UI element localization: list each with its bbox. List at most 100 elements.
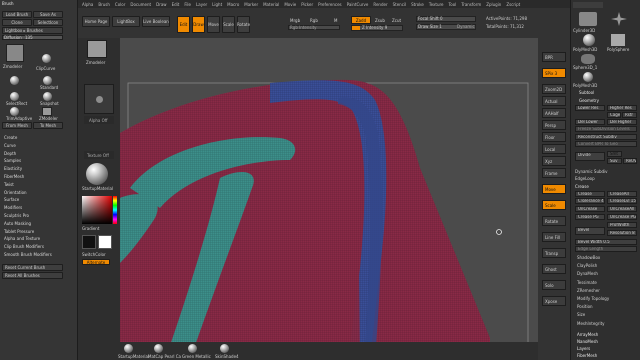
edit-button[interactable]: Edit bbox=[177, 16, 190, 33]
standard-brush-thumb[interactable] bbox=[10, 76, 19, 85]
reconstruct-subdiv-button[interactable]: Reconstruct Subdiv bbox=[575, 134, 637, 140]
shelf-button-persp[interactable]: Persp bbox=[542, 120, 566, 130]
live-boolean-button[interactable]: Live Boolean bbox=[142, 16, 170, 27]
texture-off-thumb[interactable]: Texture Off bbox=[84, 151, 114, 159]
focal-shift-slider[interactable]: Focal Shift 0 bbox=[416, 16, 476, 22]
zmodeler-brush-thumb-2[interactable] bbox=[42, 107, 52, 116]
smt-toggle[interactable]: Smt bbox=[607, 151, 622, 157]
edgeloop-section[interactable]: EdgeLoop bbox=[575, 176, 595, 181]
tool-section-arraymesh[interactable]: ArrayMesh bbox=[577, 332, 598, 337]
shelf-button-zoom2d[interactable]: Zoom2D bbox=[542, 84, 566, 94]
trimadaptive-brush-thumb[interactable] bbox=[10, 107, 19, 116]
shelf-button-line-fill[interactable]: Line Fill bbox=[542, 232, 566, 242]
brush-section-elasticity[interactable]: Elasticity bbox=[4, 166, 22, 171]
crease-section[interactable]: Crease bbox=[575, 184, 589, 189]
shelf-button-move[interactable]: Move bbox=[542, 184, 566, 194]
shelf-button-aahalf[interactable]: AAHalf bbox=[542, 108, 566, 118]
menu-transform[interactable]: Transform bbox=[461, 2, 481, 7]
brush-section-clip-brush-modifiers[interactable]: Clip Brush Modifiers bbox=[4, 244, 44, 249]
zsub-button[interactable]: Zsub bbox=[375, 18, 385, 23]
menu-material[interactable]: Material bbox=[263, 2, 279, 7]
suv-toggle[interactable]: Suv bbox=[607, 158, 622, 164]
zmodeler-cube-thumb[interactable] bbox=[87, 40, 107, 58]
canvas-viewport[interactable] bbox=[120, 38, 538, 360]
lower-res-button[interactable]: Lower Res bbox=[575, 105, 605, 111]
hue-strip[interactable] bbox=[113, 196, 117, 224]
brush-section-sculptris-pro[interactable]: Sculptris Pro bbox=[4, 213, 29, 218]
home-page-button[interactable]: Home Page bbox=[82, 16, 110, 27]
menu-document[interactable]: Document bbox=[130, 2, 151, 7]
reset-all-brushes-button[interactable]: Reset All Brushes bbox=[2, 272, 63, 279]
menu-alpha[interactable]: Alpha bbox=[82, 2, 93, 7]
menu-render[interactable]: Render bbox=[373, 2, 387, 7]
geometry-section[interactable]: Geometry bbox=[579, 98, 599, 103]
brush-section-twist[interactable]: Twist bbox=[4, 182, 14, 187]
menu-texture[interactable]: Texture bbox=[429, 2, 444, 7]
standard-brush-thumb-2[interactable] bbox=[43, 76, 52, 85]
to-mesh-button[interactable]: To Mesh bbox=[33, 122, 63, 129]
higher-res-button[interactable]: Higher Res bbox=[607, 105, 637, 111]
tool-section-shadowbox[interactable]: ShadowBox bbox=[577, 255, 600, 260]
tool-section-fibermesh[interactable]: FiberMesh bbox=[577, 353, 597, 358]
bevel-button[interactable]: Bevel bbox=[575, 227, 605, 235]
bevel-resolution-slider[interactable]: Resolution 8 bbox=[607, 230, 637, 236]
move-button[interactable]: Move bbox=[207, 16, 220, 33]
tool-section-meshintegrity[interactable]: MeshIntegrity bbox=[577, 321, 605, 326]
uncrease-all-button[interactable]: UnCreaseAll bbox=[607, 206, 637, 212]
ctolerance-slider[interactable]: CTolerance 45 bbox=[575, 198, 605, 204]
brush-section-surface[interactable]: Surface bbox=[4, 197, 19, 202]
shelf-button-floor[interactable]: Floor bbox=[542, 132, 566, 142]
green-metallic-ball[interactable] bbox=[188, 344, 197, 353]
rotate-button[interactable]: Rotate bbox=[237, 16, 250, 33]
uncrease-button[interactable]: UnCrease bbox=[575, 206, 605, 212]
cylinder3d-thumb[interactable] bbox=[579, 12, 597, 26]
sphere3d-thumb[interactable] bbox=[583, 72, 593, 82]
tool-section-layers[interactable]: Layers bbox=[577, 346, 590, 351]
rgb-toggle[interactable]: Rgb bbox=[310, 18, 318, 23]
polymesh3d-thumb[interactable] bbox=[583, 34, 595, 46]
tool-section-zremesher[interactable]: ZRemesher bbox=[577, 288, 600, 293]
clipcurve-brush-thumb[interactable] bbox=[42, 54, 51, 63]
menu-marker[interactable]: Marker bbox=[244, 2, 258, 7]
brush-section-samples[interactable]: Samples bbox=[4, 158, 21, 163]
bevel-width-slider[interactable]: Bevel Width 0.5 bbox=[575, 239, 637, 245]
menu-stroke[interactable]: Stroke bbox=[411, 2, 424, 7]
lightbox-brushes-button[interactable]: Lightbox ▸ Brushes bbox=[2, 27, 63, 34]
crease-button[interactable]: Crease bbox=[575, 191, 605, 197]
tool-section-claypolish[interactable]: ClayPolish bbox=[577, 263, 597, 268]
del-lower-button[interactable]: Del Lower bbox=[575, 119, 605, 125]
zadd-button[interactable]: Zadd bbox=[351, 16, 371, 24]
save-as-button[interactable]: Save As bbox=[33, 11, 63, 18]
z-intensity-slider[interactable]: Z Intensity 9 bbox=[351, 25, 403, 31]
crease-level-slider[interactable]: CreaseLvl 15 bbox=[607, 198, 637, 204]
profwidth-button[interactable]: ProfWidth bbox=[607, 222, 637, 228]
menu-preferences[interactable]: Preferences bbox=[318, 2, 342, 7]
startup-material-thumb[interactable] bbox=[86, 163, 108, 185]
menu-draw[interactable]: Draw bbox=[156, 2, 166, 7]
subtool-section[interactable]: Subtool bbox=[579, 90, 594, 95]
brush-section-modifiers[interactable]: Modifiers bbox=[4, 205, 22, 210]
brush-section-curve[interactable]: Curve bbox=[4, 143, 16, 148]
reset-current-brush-button[interactable]: Reset Current Brush bbox=[2, 264, 63, 271]
menu-picker[interactable]: Picker bbox=[301, 2, 313, 7]
divide-button[interactable]: Divide bbox=[575, 152, 605, 161]
pearl-matcap-ball[interactable] bbox=[154, 344, 163, 353]
star-thumb-icon[interactable] bbox=[611, 12, 627, 26]
polysphere-thumb[interactable] bbox=[611, 34, 625, 46]
brush-section-auto-masking[interactable]: Auto Masking bbox=[4, 221, 31, 226]
menu-macro[interactable]: Macro bbox=[227, 2, 239, 7]
menu-tool[interactable]: Tool bbox=[449, 2, 457, 7]
shelf-button-rotate[interactable]: Rotate bbox=[542, 216, 566, 226]
menu-zscript[interactable]: Zscript bbox=[506, 2, 520, 7]
alternate-button[interactable]: Alternate bbox=[82, 259, 110, 265]
simplebrush-thumb[interactable] bbox=[581, 54, 595, 64]
brush-section-smooth-brush-modifiers[interactable]: Smooth Brush Modifiers bbox=[4, 252, 52, 257]
shelf-button-xyz[interactable]: Xyz bbox=[542, 156, 566, 166]
zmodeler-brush-thumb[interactable] bbox=[6, 44, 24, 62]
rstr-button[interactable]: Rstr bbox=[622, 112, 637, 118]
shelf-button-local[interactable]: Local bbox=[542, 144, 566, 154]
selectrect-brush-thumb[interactable] bbox=[10, 92, 19, 101]
snapshot-brush-thumb[interactable] bbox=[43, 92, 52, 101]
brush-section-fibermesh[interactable]: FiberMesh bbox=[4, 174, 24, 179]
brush-section-create[interactable]: Create bbox=[4, 135, 17, 140]
